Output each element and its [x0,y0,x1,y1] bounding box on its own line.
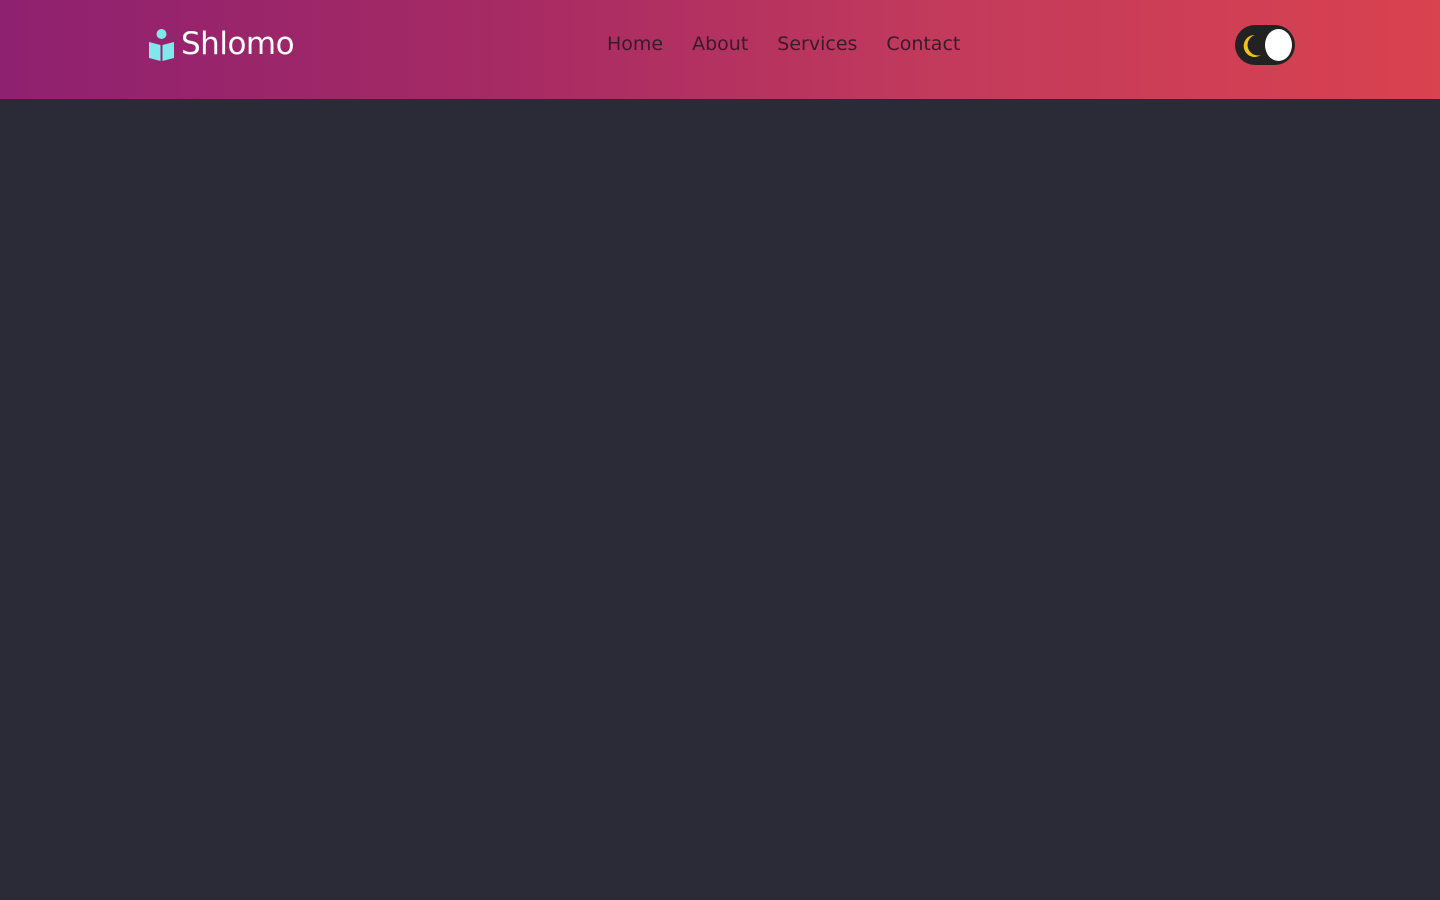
nav-about[interactable]: About [692,33,748,55]
site-header: Shlomo Home About Services Contact [0,0,1440,99]
nav-home[interactable]: Home [607,33,663,55]
toggle-knob [1265,29,1292,61]
brand-logo[interactable]: Shlomo [148,26,295,62]
theme-toggle[interactable] [1235,25,1295,65]
nav-contact[interactable]: Contact [886,33,960,55]
main-nav: Home About Services Contact [607,33,960,55]
brand-name: Shlomo [181,26,295,62]
moon-icon [1243,34,1261,57]
reading-person-icon [149,29,174,61]
nav-services[interactable]: Services [777,33,857,55]
